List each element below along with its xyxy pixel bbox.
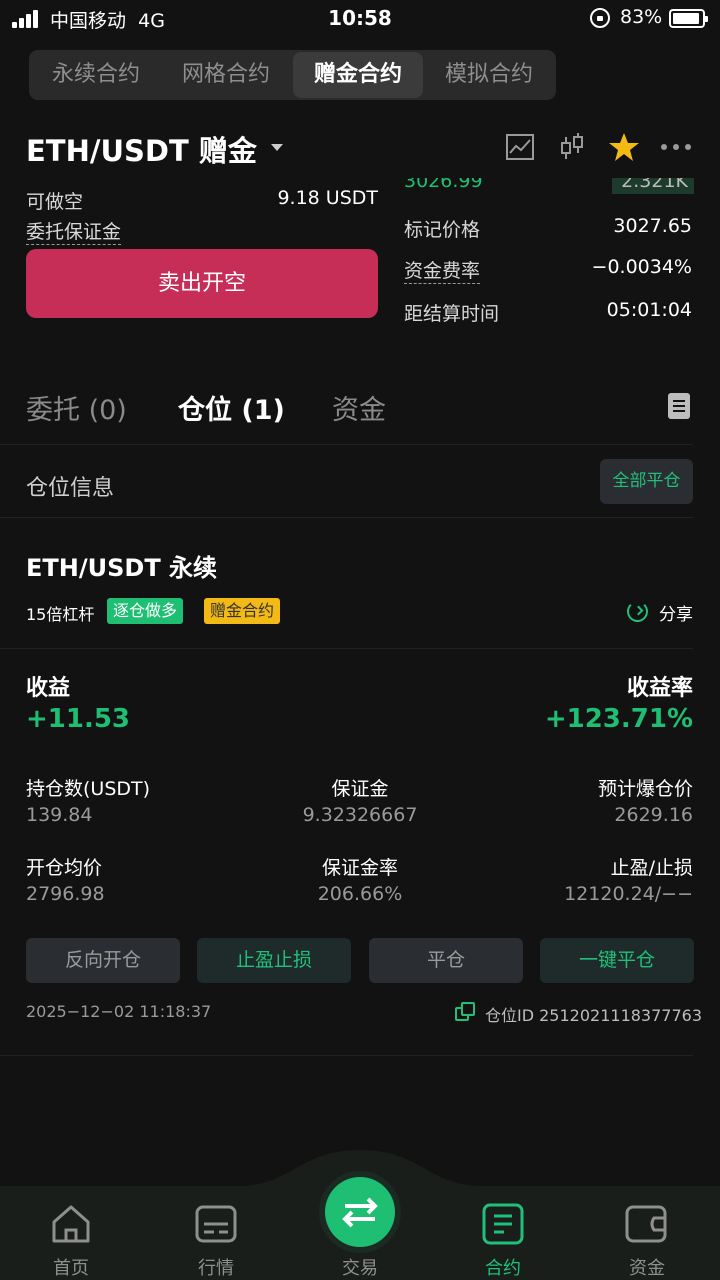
pair-selector[interactable]: ETH/USDT 赠金 <box>26 128 257 170</box>
contract-icon[interactable] <box>481 1202 525 1246</box>
order-margin-label[interactable]: 委托保证金 <box>26 221 122 245</box>
orderbook-amount-cut: 2.321K <box>612 178 694 194</box>
stat-value: 206.66% <box>317 883 403 905</box>
battery-percent: 83% <box>620 6 663 28</box>
stat-label: 持仓数(USDT) <box>26 778 151 800</box>
orderbook-price-cut: 3026.99 <box>404 178 483 190</box>
home-icon[interactable] <box>49 1202 93 1246</box>
tab-positions[interactable]: 仓位 (1) <box>178 388 285 427</box>
settlement-label: 距结算时间 <box>404 303 500 325</box>
rotation-lock-icon <box>590 8 610 28</box>
share-button[interactable]: 分享 <box>659 600 693 625</box>
mark-price-value: 3027.65 <box>613 215 692 237</box>
contract-type-badge: 赠金合约 <box>204 598 281 624</box>
position-id: 仓位ID 2512021118377763 <box>485 1006 703 1025</box>
stat-value: 2796.98 <box>26 883 105 905</box>
leverage-label: 15倍杠杆 <box>26 605 95 624</box>
sell-short-button[interactable]: 卖出开空 <box>26 249 378 318</box>
available-short-label: 可做空 <box>26 191 84 213</box>
stat-label: 预计爆仓价 <box>597 778 693 800</box>
copy-icon[interactable] <box>455 1002 475 1022</box>
more-icon[interactable] <box>660 131 692 163</box>
stat-label: 保证金 <box>331 778 389 800</box>
divider <box>0 517 693 518</box>
wallet-icon[interactable] <box>624 1202 668 1246</box>
nav-trade[interactable]: 交易 <box>310 1254 410 1280</box>
position-pair: ETH/USDT 永续 <box>26 554 218 582</box>
tab-assets[interactable]: 资金 <box>332 388 386 427</box>
funding-rate-label[interactable]: 资金费率 <box>404 260 481 284</box>
candlestick-icon[interactable] <box>556 131 588 163</box>
divider <box>0 648 693 649</box>
stat-label: 保证金率 <box>321 857 398 879</box>
nav-wallet[interactable]: 资金 <box>597 1254 697 1280</box>
available-short-value: 9.18 USDT <box>277 187 378 209</box>
clock: 10:58 <box>328 6 392 30</box>
stat-value: 12120.24/−− <box>564 883 693 905</box>
status-bar: 中国移动 4G 10:58 83% <box>0 0 720 38</box>
line-chart-icon[interactable] <box>504 131 536 163</box>
position-info-title: 仓位信息 <box>26 476 115 501</box>
stat-label: 止盈/止损 <box>610 857 693 879</box>
battery-icon <box>669 9 708 28</box>
pnl-label: 收益 <box>26 676 71 701</box>
stat-value: 2629.16 <box>614 804 693 826</box>
nav-home[interactable]: 首页 <box>21 1254 121 1280</box>
tab-perpetual[interactable]: 永续合约 <box>31 52 161 98</box>
pnl-value: +11.53 <box>26 704 131 734</box>
position-timestamp: 2025−12−02 11:18:37 <box>26 1002 212 1021</box>
tab-bonus[interactable]: 赠金合约 <box>293 52 423 98</box>
roe-value: +123.71% <box>544 704 693 734</box>
tab-orders[interactable]: 委托 (0) <box>26 388 127 427</box>
tab-grid[interactable]: 网格合约 <box>161 52 291 98</box>
stat-value: 139.84 <box>26 804 93 826</box>
margin-mode-badge: 逐仓做多 <box>107 598 184 624</box>
stat-value: 9.32326667 <box>302 804 418 826</box>
chevron-down-icon[interactable] <box>271 144 283 151</box>
one-click-close-button[interactable]: 一键平仓 <box>540 938 694 983</box>
share-icon[interactable] <box>627 601 648 622</box>
close-all-button[interactable]: 全部平仓 <box>600 459 693 504</box>
reverse-open-button[interactable]: 反向开仓 <box>26 938 180 983</box>
divider <box>0 1055 693 1056</box>
tab-demo[interactable]: 模拟合约 <box>424 52 554 98</box>
settlement-countdown: 05:01:04 <box>606 299 692 321</box>
divider <box>0 444 693 445</box>
nav-contract[interactable]: 合约 <box>453 1254 553 1280</box>
close-position-button[interactable]: 平仓 <box>369 938 523 983</box>
contract-mode-tabs: 永续合约 网格合约 赠金合约 模拟合约 <box>29 50 556 100</box>
mark-price-label: 标记价格 <box>404 219 481 241</box>
roe-label: 收益率 <box>626 676 693 701</box>
funding-rate-value: −0.0034% <box>591 256 692 278</box>
nav-market[interactable]: 行情 <box>166 1254 266 1280</box>
trade-fab-button[interactable] <box>325 1177 395 1247</box>
swap-icon <box>342 1197 378 1228</box>
star-icon[interactable] <box>608 131 640 163</box>
tp-sl-button[interactable]: 止盈止损 <box>197 938 351 983</box>
market-icon[interactable] <box>194 1202 238 1246</box>
document-icon[interactable] <box>668 393 690 419</box>
stat-label: 开仓均价 <box>26 857 103 879</box>
